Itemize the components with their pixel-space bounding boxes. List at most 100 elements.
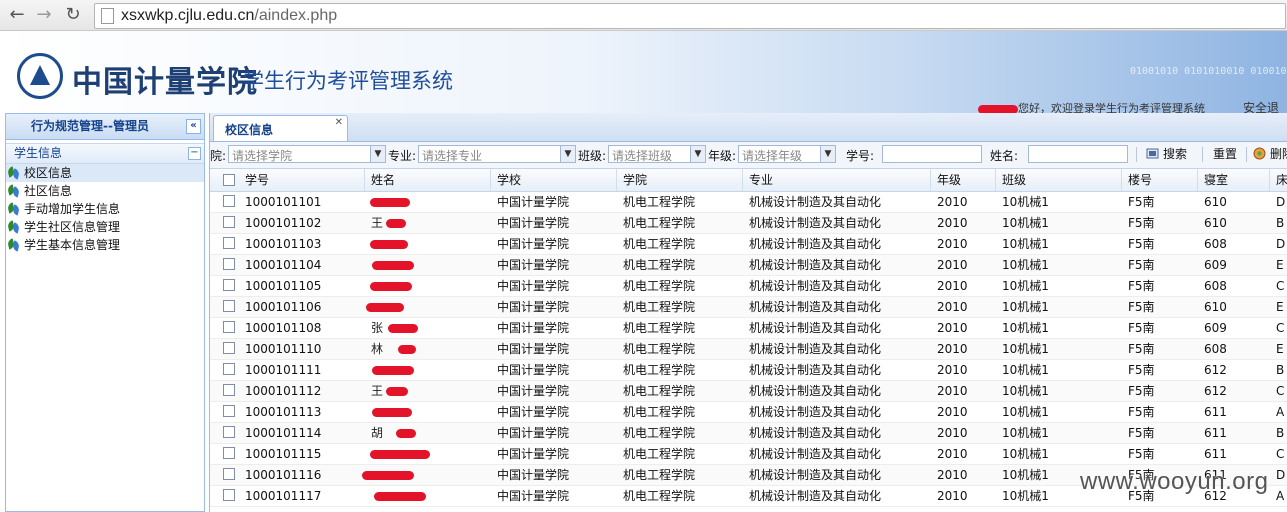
table-row[interactable]: 1000101101 中国计量学院 机电工程学院 机械设计制造及其自动化 2010 10机… [210, 192, 1287, 213]
search-button[interactable]: 搜索 [1146, 145, 1187, 164]
column-header-student-id[interactable]: 学号 [239, 169, 365, 191]
column-header-building[interactable]: 楼号 [1122, 169, 1198, 191]
table-row[interactable]: 1000101113 中国计量学院 机电工程学院 机械设计制造及其自动化 2010 10机… [210, 402, 1287, 423]
row-checkbox[interactable] [223, 489, 235, 501]
sidebar-item[interactable]: 学生社区信息管理 [6, 218, 204, 236]
table-row[interactable]: 1000101104 中国计量学院 机电工程学院 机械设计制造及其自动化 2010 10机… [210, 255, 1287, 276]
table-row[interactable]: 1000101114 胡 中国计量学院 机电工程学院 机械设计制造及其自动化 2010 10… [210, 423, 1287, 444]
row-checkbox[interactable] [223, 321, 235, 333]
column-header-college[interactable]: 学院 [617, 169, 743, 191]
collapse-left-icon[interactable]: « [186, 119, 201, 134]
row-checkbox[interactable] [223, 300, 235, 312]
college-select[interactable]: 请选择学院 ▼ [228, 145, 386, 163]
tab-campus-info[interactable]: 校区信息 ✕ [213, 115, 348, 141]
app-header: 中国计量学院 学生行为考评管理系统 01001010 0101010010 01… [0, 31, 1287, 115]
table-row[interactable]: 1000101105 中国计量学院 机电工程学院 机械设计制造及其自动化 2010 10机… [210, 276, 1287, 297]
row-checkbox[interactable] [223, 258, 235, 270]
college-label: 院: [210, 149, 227, 163]
row-checkbox[interactable] [223, 279, 235, 291]
major-select[interactable]: 请选择专业 ▼ [418, 145, 576, 163]
school-name: 中国计量学院 [72, 65, 258, 100]
row-checkbox[interactable] [223, 342, 235, 354]
cell-major: 机械设计制造及其自动化 [749, 279, 882, 293]
delete-icon [1253, 147, 1266, 160]
class-select[interactable]: 请选择班级 ▼ [608, 145, 706, 163]
cell-major: 机械设计制造及其自动化 [749, 405, 882, 419]
accordion-student-info[interactable]: 学生信息 − [6, 143, 204, 164]
url-text: xsxwkp.cjlu.edu.cn/aindex.php [121, 5, 337, 27]
cell-student-id: 1000101101 [245, 195, 322, 209]
cell-college: 机电工程学院 [623, 342, 696, 356]
sidebar-item[interactable]: 手动增加学生信息 [6, 200, 204, 218]
cell-grade: 2010 [937, 363, 968, 377]
column-header-grade[interactable]: 年级 [931, 169, 996, 191]
reload-icon[interactable]: ↻ [62, 4, 84, 26]
grade-select[interactable]: 请选择年级 ▼ [738, 145, 836, 163]
cell-school: 中国计量学院 [497, 321, 570, 335]
cell-bed: C [1276, 384, 1285, 398]
sidebar-item[interactable]: 校区信息 [6, 164, 204, 182]
redaction-mark [370, 450, 430, 459]
column-header-room[interactable]: 寝室 [1198, 169, 1270, 191]
column-header-school[interactable]: 学校 [491, 169, 617, 191]
column-header-class[interactable]: 班级 [996, 169, 1122, 191]
cell-major: 机械设计制造及其自动化 [749, 447, 882, 461]
cell-college: 机电工程学院 [623, 489, 696, 503]
row-checkbox[interactable] [223, 237, 235, 249]
chevron-down-icon[interactable]: ▼ [820, 146, 835, 162]
row-checkbox[interactable] [223, 195, 235, 207]
column-header-major[interactable]: 专业 [743, 169, 931, 191]
collapse-section-icon[interactable]: − [188, 147, 201, 160]
row-checkbox[interactable] [223, 216, 235, 228]
table-row[interactable]: 1000101112 王 中国计量学院 机电工程学院 机械设计制造及其自动化 2010 10… [210, 381, 1287, 402]
cell-student-id: 1000101110 [245, 342, 322, 356]
cell-student-id: 1000101113 [245, 405, 322, 419]
cell-class: 10机械1 [1002, 216, 1049, 230]
cell-class: 10机械1 [1002, 405, 1049, 419]
table-row[interactable]: 1000101115 中国计量学院 机电工程学院 机械设计制造及其自动化 2010 10机… [210, 444, 1287, 465]
delete-button[interactable]: 删除 [1253, 145, 1287, 164]
column-header-bed[interactable]: 床 [1270, 169, 1287, 191]
table-row[interactable]: 1000101111 中国计量学院 机电工程学院 机械设计制造及其自动化 2010 10机… [210, 360, 1287, 381]
row-checkbox[interactable] [223, 468, 235, 480]
table-row[interactable]: 1000101110 林 中国计量学院 机电工程学院 机械设计制造及其自动化 2010 10… [210, 339, 1287, 360]
reset-button[interactable]: 重置 [1213, 145, 1237, 164]
close-tab-icon[interactable]: ✕ [335, 117, 343, 128]
chevron-down-icon[interactable]: ▼ [560, 146, 575, 162]
redaction-mark [372, 408, 412, 417]
row-checkbox[interactable] [223, 447, 235, 459]
table-row[interactable]: 1000101108 张 中国计量学院 机电工程学院 机械设计制造及其自动化 2010 10… [210, 318, 1287, 339]
sidebar-item[interactable]: 社区信息 [6, 182, 204, 200]
cell-room: 611 [1204, 426, 1227, 440]
forward-icon[interactable]: → [33, 4, 55, 26]
sidebar-item-label: 学生基本信息管理 [24, 238, 121, 252]
chevron-down-icon[interactable]: ▼ [690, 146, 705, 162]
redaction-mark [372, 366, 414, 375]
chevron-down-icon[interactable]: ▼ [370, 146, 385, 162]
row-checkbox[interactable] [223, 363, 235, 375]
table-row[interactable]: 1000101103 中国计量学院 机电工程学院 机械设计制造及其自动化 2010 10机… [210, 234, 1287, 255]
row-checkbox[interactable] [223, 384, 235, 396]
back-icon[interactable]: ← [6, 4, 28, 26]
tab-label: 校区信息 [225, 123, 274, 137]
cell-major: 机械设计制造及其自动化 [749, 489, 882, 503]
redaction-mark [370, 198, 410, 207]
cell-bed: E [1276, 258, 1284, 272]
row-checkbox[interactable] [223, 405, 235, 417]
select-all-checkbox[interactable] [223, 174, 235, 186]
address-bar[interactable]: xsxwkp.cjlu.edu.cn/aindex.php [94, 3, 1286, 29]
cell-student-id: 1000101105 [245, 279, 322, 293]
table-row[interactable]: 1000101106 中国计量学院 机电工程学院 机械设计制造及其自动化 2010 10机… [210, 297, 1287, 318]
table-row[interactable]: 1000101102 王 中国计量学院 机电工程学院 机械设计制造及其自动化 2010 10… [210, 213, 1287, 234]
column-header-name[interactable]: 姓名 [365, 169, 491, 191]
redaction-mark [370, 282, 412, 291]
sidebar-item[interactable]: 学生基本信息管理 [6, 236, 204, 254]
cell-school: 中国计量学院 [497, 342, 570, 356]
cell-student-id: 1000101104 [245, 258, 322, 272]
student-id-input[interactable] [882, 145, 982, 163]
cell-college: 机电工程学院 [623, 447, 696, 461]
name-input[interactable] [1028, 145, 1128, 163]
row-checkbox[interactable] [223, 426, 235, 438]
cell-school: 中国计量学院 [497, 300, 570, 314]
cell-building: F5南 [1128, 258, 1155, 272]
